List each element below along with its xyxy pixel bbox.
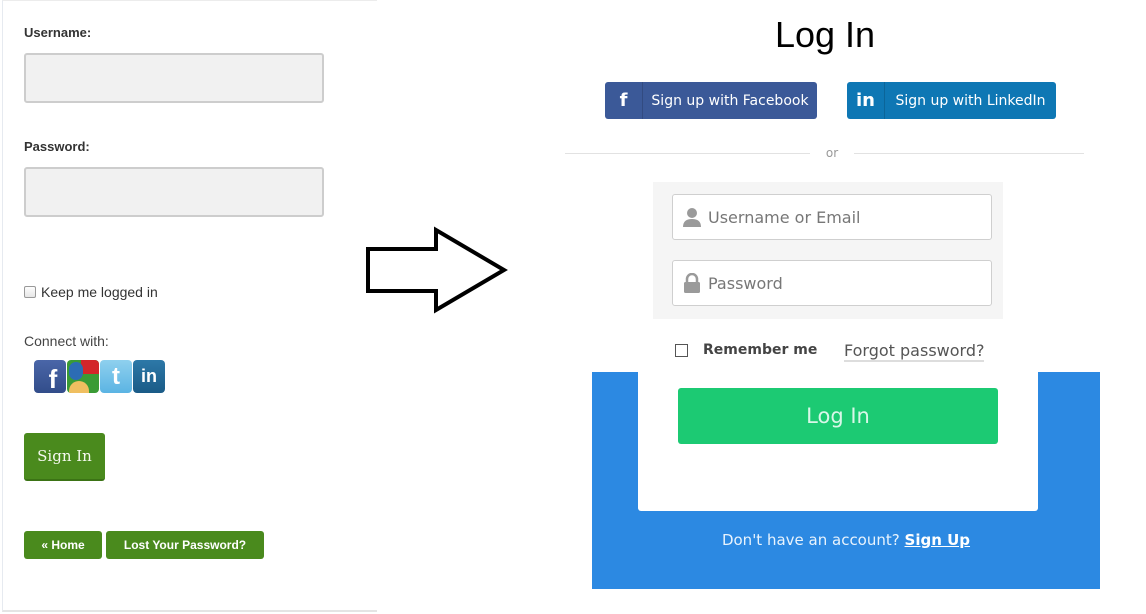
google-icon-yellow (69, 381, 89, 393)
remember-me-row[interactable]: Remember me (675, 342, 817, 358)
linkedin-signup-button[interactable]: in Sign up with LinkedIn (847, 82, 1056, 119)
password-input[interactable] (24, 167, 324, 217)
linkedin-signup-label: Sign up with LinkedIn (895, 92, 1046, 109)
arrow-right-icon (366, 226, 508, 314)
password-input-new[interactable]: Password (672, 260, 992, 306)
username-email-placeholder: Username or Email (708, 207, 861, 227)
google-icon[interactable] (67, 360, 99, 393)
username-label: Username: (24, 25, 92, 40)
sign-in-button[interactable]: Sign In (24, 433, 105, 481)
connect-with-label: Connect with: (24, 333, 109, 349)
no-account-text: Don't have an account? (721, 531, 900, 549)
divider-right (854, 153, 1084, 154)
facebook-signup-label: Sign up with Facebook (651, 92, 809, 109)
linkedin-icon[interactable]: in (133, 360, 165, 393)
old-login-panel: Username: Password: Keep me logged in Co… (2, 0, 377, 612)
divider-or-text: or (825, 146, 839, 160)
keep-logged-in-label: Keep me logged in (41, 284, 158, 300)
google-icon-blue (69, 362, 83, 380)
username-input[interactable] (24, 53, 324, 103)
login-title: Log In (774, 14, 876, 55)
user-icon (681, 206, 703, 228)
social-connect-icons: f t in (34, 360, 165, 393)
remember-me-checkbox[interactable] (675, 343, 688, 357)
divider-left (565, 153, 810, 154)
username-email-input[interactable]: Username or Email (672, 194, 992, 240)
facebook-icon[interactable]: f (34, 360, 66, 393)
twitter-icon[interactable]: t (100, 360, 132, 393)
keep-logged-in-checkbox[interactable] (24, 286, 36, 298)
signup-prompt: Don't have an account? Sign Up (592, 531, 1100, 549)
forgot-password-link[interactable]: Forgot password? (844, 342, 985, 362)
facebook-signup-button[interactable]: f Sign up with Facebook (605, 82, 817, 119)
google-icon-red (81, 360, 99, 374)
keep-logged-in-row[interactable]: Keep me logged in (24, 284, 158, 300)
password-placeholder: Password (708, 273, 783, 293)
remember-me-label: Remember me (703, 342, 818, 358)
password-label: Password: (24, 139, 90, 154)
login-button[interactable]: Log In (678, 388, 998, 444)
home-button[interactable]: « Home (24, 531, 102, 559)
sign-up-link[interactable]: Sign Up (905, 531, 971, 549)
lost-password-button[interactable]: Lost Your Password? (106, 531, 264, 559)
lock-icon (681, 272, 703, 294)
linkedin-icon: in (847, 82, 885, 119)
facebook-icon: f (605, 82, 643, 119)
